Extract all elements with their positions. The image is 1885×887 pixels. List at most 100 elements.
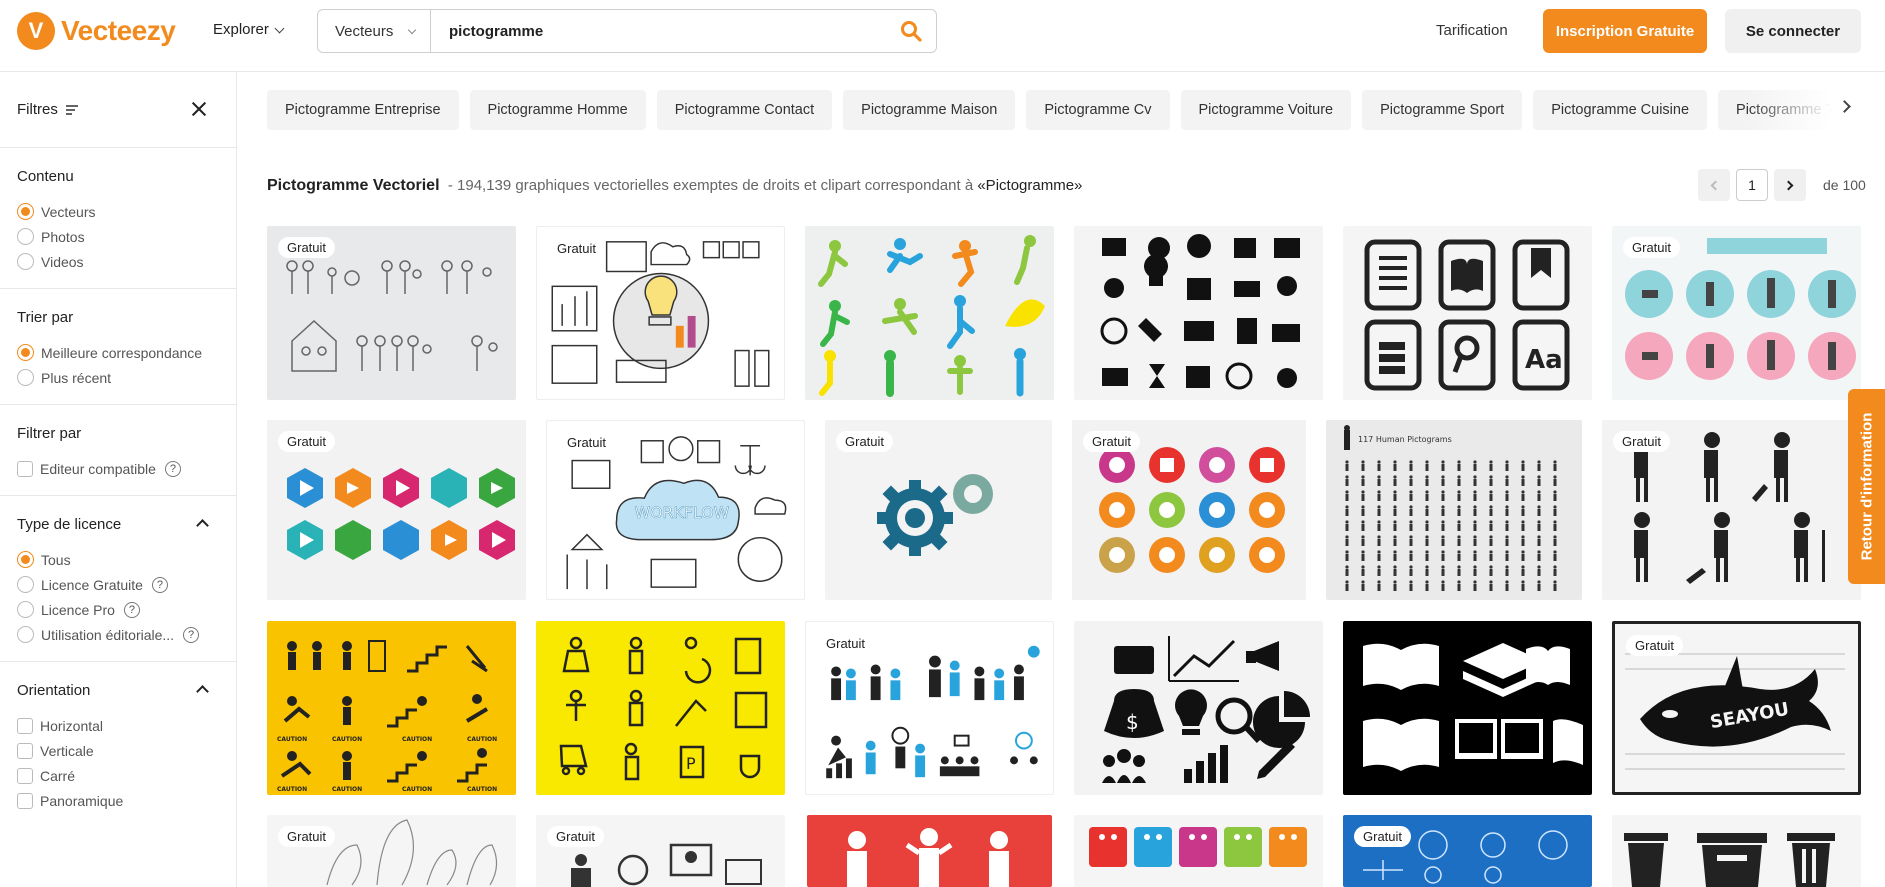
pictogram-dot: [1537, 580, 1541, 584]
tag-chip[interactable]: Pictogramme Sport: [1362, 90, 1523, 130]
pictogram-dot: [1377, 505, 1381, 509]
result-tile[interactable]: 117 Human Pictograms: [1326, 420, 1582, 600]
pictogram-dot: [1521, 505, 1525, 509]
radio[interactable]: [17, 253, 34, 270]
page-number-input[interactable]: 1: [1736, 169, 1768, 201]
pictogram-dot: [1409, 460, 1413, 464]
pictogram-body: [1377, 584, 1381, 591]
tag-chip[interactable]: Pictogramme Homme: [469, 90, 646, 130]
result-tile[interactable]: Gratuit WORKFLOW: [546, 420, 805, 600]
pricing-link[interactable]: Tarification: [1436, 22, 1508, 39]
radio[interactable]: [17, 228, 34, 245]
tag-chip[interactable]: Pictogramme Voiture: [1180, 90, 1352, 130]
content-option-photos[interactable]: Photos: [17, 224, 219, 249]
pictogram-body: [1505, 569, 1509, 576]
license-option-editorial[interactable]: Utilisation éditoriale...?: [17, 622, 219, 647]
result-tile[interactable]: Gratuit: [825, 420, 1052, 600]
result-tile[interactable]: P: [536, 621, 785, 795]
result-tile[interactable]: Gratuit: [267, 815, 516, 887]
pictogram-dot: [1537, 520, 1541, 524]
results-heading: Pictogramme Vectoriel - 194,139 graphiqu…: [267, 177, 1082, 195]
pictogram-body: [1377, 554, 1381, 561]
pictogram-dot: [1473, 460, 1477, 464]
radio[interactable]: [17, 626, 34, 643]
results-query: «Pictogramme»: [977, 177, 1083, 194]
result-tile[interactable]: Gratuit: [536, 226, 785, 400]
result-tile[interactable]: Gratuit: [1072, 420, 1306, 600]
help-icon[interactable]: ?: [151, 576, 168, 593]
search-type-select[interactable]: Vecteurs: [318, 10, 431, 52]
editor-compatible-option[interactable]: Editeur compatible?: [17, 456, 219, 481]
radio[interactable]: [17, 576, 34, 593]
pictogram-dot: [1489, 580, 1493, 584]
orientation-option-panoramic[interactable]: Panoramique: [17, 788, 219, 813]
radio-selected[interactable]: [17, 551, 34, 568]
close-filters-icon[interactable]: [191, 101, 207, 117]
radio-selected[interactable]: [17, 344, 34, 361]
result-tile[interactable]: Gratuit: [536, 815, 785, 887]
sort-option-best[interactable]: Meilleure correspondance: [17, 340, 219, 365]
license-option-all[interactable]: Tous: [17, 547, 219, 572]
pictogram-dot: [1553, 460, 1557, 464]
help-icon[interactable]: ?: [164, 460, 181, 477]
pictogram-dot: [1473, 490, 1477, 494]
help-icon[interactable]: ?: [183, 626, 200, 643]
result-tile[interactable]: Gratuit: [1602, 420, 1861, 600]
radio[interactable]: [17, 369, 34, 386]
free-badge: Gratuit: [1354, 826, 1412, 847]
tag-chip[interactable]: Pictogramme Cuisine: [1533, 90, 1708, 130]
pictogram-dot: [1553, 580, 1557, 584]
pictogram-dot: [1441, 580, 1445, 584]
prev-page-button[interactable]: [1698, 169, 1730, 201]
feedback-tab[interactable]: Retour d'information: [1848, 389, 1885, 584]
result-tile[interactable]: [807, 815, 1052, 887]
search-input[interactable]: [431, 10, 886, 52]
result-tile[interactable]: CAUTION CAUTION CAUTION CAUTION CAUTION CAUTI…: [267, 621, 516, 795]
result-tile[interactable]: Gratuit SEAYOU: [1612, 621, 1861, 795]
checkbox[interactable]: [17, 742, 33, 759]
tag-chip[interactable]: Pictogramme Contact: [656, 90, 833, 130]
login-button[interactable]: Se connecter: [1725, 9, 1861, 53]
svg-text:Aa: Aa: [1525, 345, 1563, 375]
tag-chip[interactable]: Pictogramme Cv: [1026, 90, 1170, 130]
result-tile[interactable]: Gratuit: [1343, 815, 1592, 887]
pictogram-body: [1505, 584, 1509, 591]
explore-menu[interactable]: Explorer: [213, 21, 285, 38]
vecteezy-logo[interactable]: V Vecteezy: [17, 12, 176, 50]
tag-chip[interactable]: Pictogramme Maison: [843, 90, 1016, 130]
pictogram-body: [1489, 584, 1493, 591]
radio[interactable]: [17, 601, 34, 618]
checkbox[interactable]: [17, 767, 33, 784]
checkbox[interactable]: [17, 460, 33, 477]
result-tile[interactable]: [805, 226, 1054, 400]
result-tile[interactable]: Gratuit: [267, 226, 516, 400]
result-tile[interactable]: Gratuit: [267, 420, 526, 600]
orientation-option-square[interactable]: Carré: [17, 763, 219, 788]
checkbox[interactable]: [17, 717, 33, 734]
license-option-free[interactable]: Licence Gratuite?: [17, 572, 219, 597]
tag-chip[interactable]: Pictogramme Entreprise: [267, 90, 459, 130]
result-tile[interactable]: [1074, 226, 1323, 400]
result-tile[interactable]: $: [1074, 621, 1323, 795]
orientation-option-vertical[interactable]: Verticale: [17, 738, 219, 763]
help-icon[interactable]: ?: [123, 601, 140, 618]
radio-selected[interactable]: [17, 203, 34, 220]
search-icon[interactable]: [886, 10, 936, 52]
explore-label: Explorer: [213, 21, 269, 38]
result-tile[interactable]: [1343, 621, 1592, 795]
result-tile[interactable]: [1074, 815, 1323, 887]
content-option-vectors[interactable]: Vecteurs: [17, 199, 219, 224]
result-tile[interactable]: Gratuit: [1612, 226, 1861, 400]
license-option-pro[interactable]: Licence Pro?: [17, 597, 219, 622]
next-page-button[interactable]: [1774, 169, 1806, 201]
result-tile[interactable]: [1612, 815, 1861, 887]
content-option-videos[interactable]: Videos: [17, 249, 219, 274]
result-tile[interactable]: Aa: [1343, 226, 1592, 400]
pictogram-body: [1489, 494, 1493, 501]
pictogram-dot: [1457, 520, 1461, 524]
result-tile[interactable]: Gratuit: [805, 621, 1054, 795]
sort-option-recent[interactable]: Plus récent: [17, 365, 219, 390]
orientation-option-horizontal[interactable]: Horizontal: [17, 713, 219, 738]
checkbox[interactable]: [17, 792, 33, 809]
signup-button[interactable]: Inscription Gratuite: [1543, 9, 1707, 53]
